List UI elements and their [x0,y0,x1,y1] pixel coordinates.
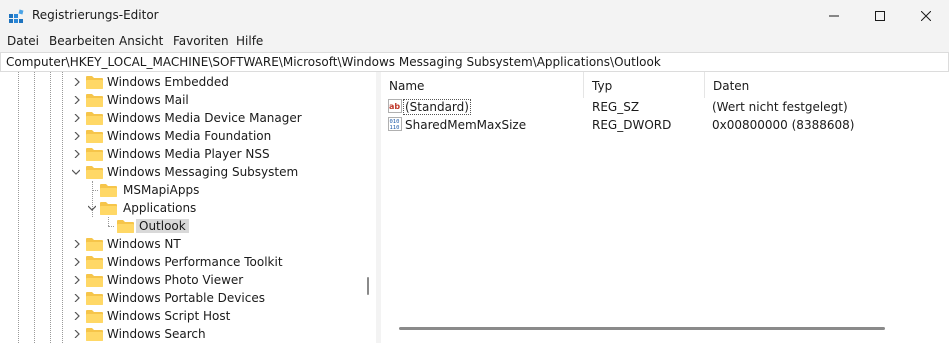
folder-icon [86,76,103,89]
chevron-right-icon[interactable] [73,276,81,284]
value-data: 0x00800000 (8388608) [712,118,855,132]
tree-item-applications[interactable]: Applications [0,199,360,217]
minimize-icon [829,15,839,17]
folder-icon [86,94,103,107]
tree-item-label: Windows Embedded [107,75,229,89]
chevron-right-icon[interactable] [73,330,81,338]
registry-editor-icon [9,9,24,23]
value-row[interactable]: 010 110 SharedMemMaxSize REG_DWORD 0x008… [381,116,949,134]
folder-open-icon [86,166,103,179]
chevron-right-icon[interactable] [73,96,81,104]
tree-item-windows-photo-viewer[interactable]: Windows Photo Viewer [0,271,360,289]
tree-item-label: Windows Media Player NSS [107,147,270,161]
tree-item-label: Applications [123,201,197,215]
tree-item-label: MSMapiApps [123,183,200,197]
chevron-right-icon[interactable] [73,312,81,320]
tree-pane[interactable]: Windows Embedded Windows Mail Windows Me… [0,72,376,343]
folder-icon [86,256,103,269]
chevron-down-icon[interactable] [72,168,80,176]
tree-vertical-scrollbar[interactable] [360,72,376,343]
tree-item-label: Windows Photo Viewer [107,273,244,287]
folder-icon [86,148,103,161]
values-list-pane[interactable]: Name Typ Daten ab (Standard) REG_SZ (Wer… [381,72,949,343]
tree-item-label: Windows Portable Devices [107,291,265,305]
menu-hilfe[interactable]: Hilfe [236,34,263,48]
chevron-down-icon[interactable] [88,204,96,212]
folder-icon [86,310,103,323]
binary-value-icon: 010 110 [388,117,402,131]
menu-favoriten[interactable]: Favoriten [173,34,229,48]
tree-item-windows-media-foundation[interactable]: Windows Media Foundation [0,127,360,145]
tree-item-label-selected: Outlook [136,219,189,233]
folder-icon [86,274,103,287]
folder-icon [86,238,103,251]
tree-item-windows-media-player-nss[interactable]: Windows Media Player NSS [0,145,360,163]
title-bar: Registrierungs-Editor [0,0,949,32]
column-header-data[interactable]: Daten [705,72,949,98]
tree-item-windows-search[interactable]: Windows Search [0,325,360,343]
chevron-right-icon[interactable] [73,294,81,302]
tree-item-label: Windows Mail [107,93,189,107]
folder-icon [86,130,103,143]
chevron-right-icon[interactable] [73,150,81,158]
folder-open-icon [100,202,117,215]
folder-icon [117,220,134,233]
column-header-label: Daten [713,79,750,93]
column-header-type[interactable]: Typ [584,72,704,98]
tree-item-label: Windows Performance Toolkit [107,255,283,269]
value-row[interactable]: ab (Standard) REG_SZ (Wert nicht festgel… [381,98,949,116]
value-type: REG_DWORD [592,118,672,132]
menu-bar: Datei Bearbeiten Ansicht Favoriten Hilfe [0,32,949,51]
minimize-button[interactable] [811,0,857,32]
column-header-label: Name [389,79,425,93]
tree-item-windows-script-host[interactable]: Windows Script Host [0,307,360,325]
tree-item-windows-performance-toolkit[interactable]: Windows Performance Toolkit [0,253,360,271]
chevron-right-icon[interactable] [73,114,81,122]
tree-item-msmapiapps[interactable]: MSMapiApps [0,181,360,199]
window-title: Registrierungs-Editor [32,8,159,22]
tree-item-label: Windows Search [107,327,206,341]
tree-item-windows-portable-devices[interactable]: Windows Portable Devices [0,289,360,307]
address-path: Computer\HKEY_LOCAL_MACHINE\SOFTWARE\Mic… [6,55,661,69]
tree-item-windows-messaging-subsystem[interactable]: Windows Messaging Subsystem [0,163,360,181]
tree-item-outlook[interactable]: Outlook [0,217,360,235]
close-button[interactable] [903,0,949,32]
tree-item-label: Windows Media Foundation [107,129,272,143]
svg-text:ab: ab [389,102,400,111]
column-header-name[interactable]: Name [381,72,583,98]
menu-datei[interactable]: Datei [7,34,39,48]
tree-item-label: Windows Script Host [107,309,231,323]
tree-item-windows-nt[interactable]: Windows NT [0,235,360,253]
folder-icon [100,184,117,197]
tree-item-label: Windows Media Device Manager [107,111,302,125]
value-type: REG_SZ [592,100,640,114]
address-bar[interactable]: Computer\HKEY_LOCAL_MACHINE\SOFTWARE\Mic… [0,52,949,72]
menu-bearbeiten[interactable]: Bearbeiten [49,34,115,48]
chevron-right-icon[interactable] [73,78,81,86]
svg-text:110: 110 [390,125,400,131]
value-data: (Wert nicht festgelegt) [712,100,848,114]
column-header-label: Typ [592,79,613,93]
menu-ansicht[interactable]: Ansicht [119,34,163,48]
string-value-icon: ab [388,99,402,113]
value-name: SharedMemMaxSize [405,118,527,132]
chevron-right-icon[interactable] [73,240,81,248]
chevron-right-icon[interactable] [73,258,81,266]
maximize-button[interactable] [857,0,903,32]
scrollbar-thumb[interactable] [367,277,369,295]
tree-item-windows-media-device-manager[interactable]: Windows Media Device Manager [0,109,360,127]
chevron-right-icon[interactable] [73,132,81,140]
folder-icon [86,328,103,341]
tree-item-windows-mail[interactable]: Windows Mail [0,91,360,109]
tree-item-label: Windows Messaging Subsystem [107,165,299,179]
list-horizontal-scrollbar[interactable] [399,327,885,330]
maximize-icon [875,11,885,21]
folder-icon [86,292,103,305]
value-name: (Standard) [403,99,471,115]
tree-item-windows-embedded[interactable]: Windows Embedded [0,73,360,91]
tree-item-label: Windows NT [107,237,181,251]
close-icon [921,11,931,21]
folder-icon [86,112,103,125]
